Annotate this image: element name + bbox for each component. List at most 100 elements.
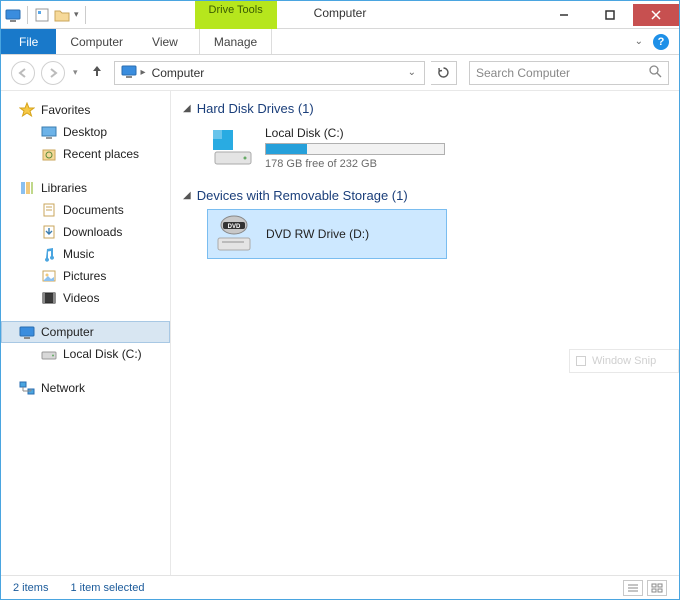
chevron-down-icon[interactable]: ▾	[74, 9, 79, 20]
contextual-tab-label: Drive Tools	[209, 4, 263, 16]
snip-overlay: Window Snip	[569, 349, 679, 373]
tree-label: Network	[41, 381, 85, 395]
tiles-view-button[interactable]	[647, 580, 667, 596]
titlebar: ▾ Drive Tools Computer	[1, 1, 679, 29]
window-buttons	[541, 4, 679, 26]
tree-label: Libraries	[41, 181, 87, 195]
search-placeholder: Search Computer	[476, 66, 570, 80]
tab-computer[interactable]: Computer	[56, 29, 138, 54]
breadcrumb[interactable]: Computer	[152, 66, 205, 80]
tree-item-videos[interactable]: Videos	[1, 287, 170, 309]
properties-icon[interactable]	[34, 7, 50, 23]
group-title: Hard Disk Drives (1)	[197, 101, 314, 116]
group-header-removable[interactable]: ◢ Devices with Removable Storage (1)	[183, 188, 667, 203]
tree-group-network: Network	[1, 377, 170, 399]
expand-ribbon-icon[interactable]: ⌄	[635, 36, 643, 47]
snip-label: Window Snip	[592, 355, 656, 367]
documents-icon	[41, 202, 57, 218]
tree-label: Desktop	[63, 125, 107, 139]
ribbon: File Computer View Manage ⌄ ?	[1, 29, 679, 55]
tree-item-pictures[interactable]: Pictures	[1, 265, 170, 287]
tree-item-music[interactable]: Music	[1, 243, 170, 265]
star-icon	[19, 102, 35, 118]
drive-name: DVD RW Drive (D:)	[266, 227, 369, 241]
recent-places-icon	[41, 146, 57, 162]
file-tab[interactable]: File	[1, 29, 56, 54]
navigation-pane: Favorites Desktop Recent places Librarie…	[1, 91, 171, 575]
videos-icon	[41, 290, 57, 306]
back-button[interactable]	[11, 61, 35, 85]
tree-label: Documents	[63, 203, 124, 217]
tab-manage[interactable]: Manage	[199, 29, 272, 54]
group-header-hdd[interactable]: ◢ Hard Disk Drives (1)	[183, 101, 667, 116]
downloads-icon	[41, 224, 57, 240]
libraries-icon	[19, 180, 35, 196]
close-button[interactable]	[633, 4, 679, 26]
tree-label: Recent places	[63, 147, 139, 161]
drive-local-disk[interactable]: Local Disk (C:) 178 GB free of 232 GB	[207, 122, 447, 174]
tree-item-documents[interactable]: Documents	[1, 199, 170, 221]
tree-label: Pictures	[63, 269, 106, 283]
computer-icon	[121, 63, 137, 82]
tree-item-libraries[interactable]: Libraries	[1, 177, 170, 199]
help-icon[interactable]: ?	[653, 34, 669, 50]
contextual-tab-drive-tools: Drive Tools	[195, 1, 277, 29]
computer-icon	[5, 7, 21, 23]
tree-item-favorites[interactable]: Favorites	[1, 99, 170, 121]
capacity-bar	[265, 143, 445, 155]
status-selection: 1 item selected	[70, 582, 144, 594]
collapse-icon: ◢	[183, 103, 191, 114]
content-area: Favorites Desktop Recent places Librarie…	[1, 91, 679, 575]
search-icon	[649, 65, 662, 81]
breadcrumb-caret-icon[interactable]: ▸	[141, 67, 146, 78]
tree-group-computer: Computer Local Disk (C:)	[1, 321, 170, 365]
separator	[27, 6, 28, 24]
tree-label: Favorites	[41, 103, 90, 117]
up-button[interactable]	[86, 62, 108, 83]
drive-dvd[interactable]: DVD DVD RW Drive (D:)	[207, 209, 447, 259]
tab-view[interactable]: View	[138, 29, 193, 54]
pictures-icon	[41, 268, 57, 284]
collapse-icon: ◢	[183, 190, 191, 201]
tree-item-local-disk[interactable]: Local Disk (C:)	[1, 343, 170, 365]
drive-free-text: 178 GB free of 232 GB	[265, 158, 445, 170]
computer-icon	[19, 324, 35, 340]
main-pane: ◢ Hard Disk Drives (1) Local Disk (C:) 1…	[171, 91, 679, 575]
separator	[85, 6, 86, 24]
snip-box-icon	[576, 356, 586, 366]
group-title: Devices with Removable Storage (1)	[197, 188, 408, 203]
hdd-icon	[41, 346, 57, 362]
recent-locations-icon[interactable]: ▾	[71, 67, 80, 78]
drive-info: DVD RW Drive (D:)	[266, 227, 369, 241]
tree-item-downloads[interactable]: Downloads	[1, 221, 170, 243]
view-switcher	[623, 580, 667, 596]
address-bar[interactable]: ▸ Computer ⌄	[114, 61, 425, 85]
drive-info: Local Disk (C:) 178 GB free of 232 GB	[265, 126, 445, 170]
desktop-icon	[41, 124, 57, 140]
drive-name: Local Disk (C:)	[265, 126, 445, 140]
details-view-button[interactable]	[623, 580, 643, 596]
tree-label: Videos	[63, 291, 99, 305]
svg-text:DVD: DVD	[228, 224, 241, 230]
tree-item-desktop[interactable]: Desktop	[1, 121, 170, 143]
tree-label: Downloads	[63, 225, 122, 239]
tree-group-favorites: Favorites Desktop Recent places	[1, 99, 170, 165]
maximize-button[interactable]	[587, 4, 633, 26]
minimize-button[interactable]	[541, 4, 587, 26]
dvd-icon: DVD	[212, 214, 256, 254]
tree-label: Computer	[41, 325, 94, 339]
tree-group-libraries: Libraries Documents Downloads Music Pict…	[1, 177, 170, 309]
address-dropdown-icon[interactable]: ⌄	[402, 67, 422, 78]
hdd-icon	[211, 128, 255, 168]
new-folder-icon[interactable]	[54, 7, 70, 23]
search-input[interactable]: Search Computer	[469, 61, 669, 85]
network-icon	[19, 380, 35, 396]
status-bar: 2 items 1 item selected	[1, 575, 679, 599]
quick-access-toolbar: ▾	[1, 6, 88, 24]
tree-item-network[interactable]: Network	[1, 377, 170, 399]
capacity-fill	[266, 144, 307, 154]
forward-button[interactable]	[41, 61, 65, 85]
tree-item-computer[interactable]: Computer	[1, 321, 170, 343]
tree-item-recent-places[interactable]: Recent places	[1, 143, 170, 165]
refresh-button[interactable]	[431, 61, 457, 85]
